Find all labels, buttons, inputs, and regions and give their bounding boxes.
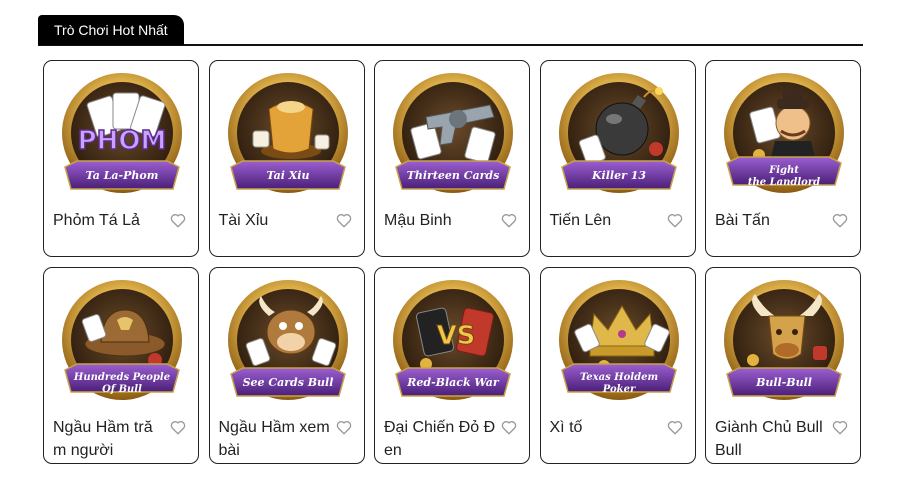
svg-text:PHOM: PHOM: [78, 126, 167, 156]
emblem-label: Poker: [601, 384, 635, 395]
game-emblem[interactable]: Hundreds People Of Bull: [55, 276, 189, 410]
heart-icon[interactable]: [169, 418, 187, 436]
section-header: Trò Chơi Hot Nhất: [38, 15, 863, 46]
game-title[interactable]: Đại Chiến Đỏ Đen: [384, 416, 496, 462]
emblem-label: Of Bull: [102, 384, 142, 395]
emblem-label: See Cards Bull: [242, 376, 333, 389]
game-title[interactable]: Ngầu Hầm trăm người: [53, 416, 165, 462]
heart-icon[interactable]: [335, 418, 353, 436]
heart-icon[interactable]: [831, 418, 849, 436]
game-emblem[interactable]: PHOM Ta La-Phom: [55, 69, 189, 203]
emblem-label: Killer 13: [590, 169, 645, 182]
emblem-label: Red-Black War: [406, 376, 500, 389]
game-card[interactable]: Killer 13 Tiến Lên: [539, 60, 696, 257]
game-emblem[interactable]: VS Red-Black War: [386, 276, 520, 410]
emblem-label: Fight: [768, 165, 799, 176]
game-emblem[interactable]: See Cards Bull: [221, 276, 355, 410]
game-card[interactable]: See Cards Bull Ngầu Hầm xem bài: [208, 267, 365, 464]
game-title[interactable]: Bài Tấn: [715, 209, 827, 232]
game-emblem[interactable]: Killer 13: [552, 69, 686, 203]
emblem-label: Tai Xiu: [266, 169, 309, 182]
heart-icon[interactable]: [500, 418, 518, 436]
emblem-label: Texas Holdem: [579, 372, 657, 383]
game-card[interactable]: Hundreds People Of Bull Ngầu Hầm trăm ngư…: [43, 267, 199, 464]
emblem-label: Hundreds People: [73, 372, 170, 383]
emblem-label: Ta La-Phom: [86, 169, 159, 182]
game-card[interactable]: Fight the Landlord Bài Tấn: [705, 60, 861, 257]
game-emblem[interactable]: Fight the Landlord: [717, 69, 851, 203]
game-card[interactable]: Thirteen Cards Mậu Binh: [374, 60, 530, 257]
game-emblem[interactable]: Tai Xiu: [221, 69, 355, 203]
heart-icon[interactable]: [335, 211, 353, 229]
game-card[interactable]: VS Red-Black War Đại Chiến Đỏ Đen: [374, 267, 530, 464]
game-title[interactable]: Xì tố: [550, 416, 662, 439]
game-grid: PHOM Ta La-Phom Phỏm Tá Lả Tai Xiu Tài X…: [43, 60, 861, 464]
game-emblem[interactable]: Texas Holdem Poker: [552, 276, 686, 410]
game-emblem[interactable]: Bull-Bull: [717, 276, 851, 410]
game-title[interactable]: Tài Xỉu: [219, 209, 331, 232]
game-title[interactable]: Phỏm Tá Lả: [53, 209, 165, 232]
game-title[interactable]: Mậu Binh: [384, 209, 496, 232]
svg-text:VS: VS: [437, 321, 476, 351]
section-title: Trò Chơi Hot Nhất: [38, 15, 184, 45]
emblem-label: the Landlord: [748, 177, 820, 188]
heart-icon[interactable]: [666, 211, 684, 229]
game-card[interactable]: PHOM Ta La-Phom Phỏm Tá Lả: [43, 60, 199, 257]
emblem-label: Bull-Bull: [755, 376, 812, 389]
emblem-label: Thirteen Cards: [407, 169, 500, 182]
game-card[interactable]: Texas Holdem Poker Xì tố: [539, 267, 696, 464]
heart-icon[interactable]: [169, 211, 187, 229]
game-title[interactable]: Giành Chủ Bull Bull: [715, 416, 827, 462]
game-title[interactable]: Ngầu Hầm xem bài: [219, 416, 331, 462]
game-emblem[interactable]: Thirteen Cards: [386, 69, 520, 203]
game-card[interactable]: Tai Xiu Tài Xỉu: [208, 60, 365, 257]
heart-icon[interactable]: [831, 211, 849, 229]
heart-icon[interactable]: [500, 211, 518, 229]
heart-icon[interactable]: [666, 418, 684, 436]
game-title[interactable]: Tiến Lên: [550, 209, 662, 232]
game-card[interactable]: Bull-Bull Giành Chủ Bull Bull: [705, 267, 861, 464]
